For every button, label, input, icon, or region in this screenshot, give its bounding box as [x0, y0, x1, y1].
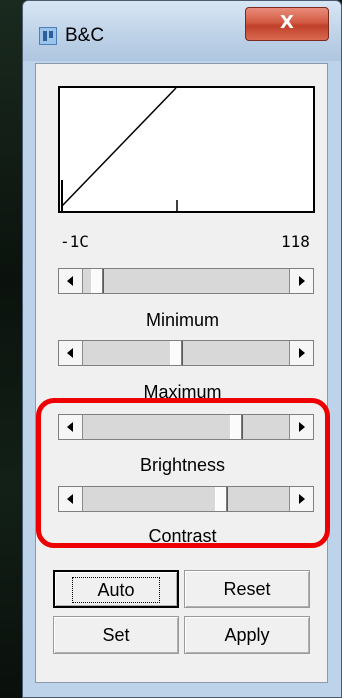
- transfer-curve: [61, 88, 177, 207]
- imagej-app-icon: [39, 27, 57, 45]
- minimum-label: Minimum: [145, 310, 219, 330]
- background-desktop: [0, 0, 24, 698]
- left-arrow-icon[interactable]: [59, 341, 83, 365]
- reset-button[interactable]: Reset: [184, 570, 310, 608]
- annotation-highlight-box: [36, 398, 330, 548]
- window-title: B&C: [65, 25, 105, 46]
- auto-button[interactable]: Auto: [53, 570, 179, 608]
- minimum-slider[interactable]: [58, 268, 314, 294]
- right-arrow-icon[interactable]: [289, 269, 313, 293]
- maximum-slider[interactable]: [58, 340, 314, 366]
- maximum-slider-thumb[interactable]: [170, 341, 183, 365]
- title-bar[interactable]: B&C X: [23, 1, 341, 61]
- set-button[interactable]: Set: [53, 616, 179, 654]
- left-arrow-icon[interactable]: [59, 269, 83, 293]
- dialog-body: -1C 118 Minimum Maximum Brightness Contr…: [35, 63, 328, 683]
- close-icon: X: [280, 12, 294, 33]
- range-min-label: -1C: [60, 232, 89, 251]
- apply-button[interactable]: Apply: [184, 616, 310, 654]
- range-max-label: 118: [281, 232, 310, 251]
- right-arrow-icon[interactable]: [289, 341, 313, 365]
- close-button[interactable]: X: [245, 7, 329, 41]
- bc-window: B&C X -1C 118 Minimum Maximum Brightness…: [22, 0, 342, 698]
- auto-button-label: Auto: [72, 577, 160, 603]
- histogram-plot: [58, 86, 315, 213]
- minimum-slider-thumb[interactable]: [90, 269, 103, 293]
